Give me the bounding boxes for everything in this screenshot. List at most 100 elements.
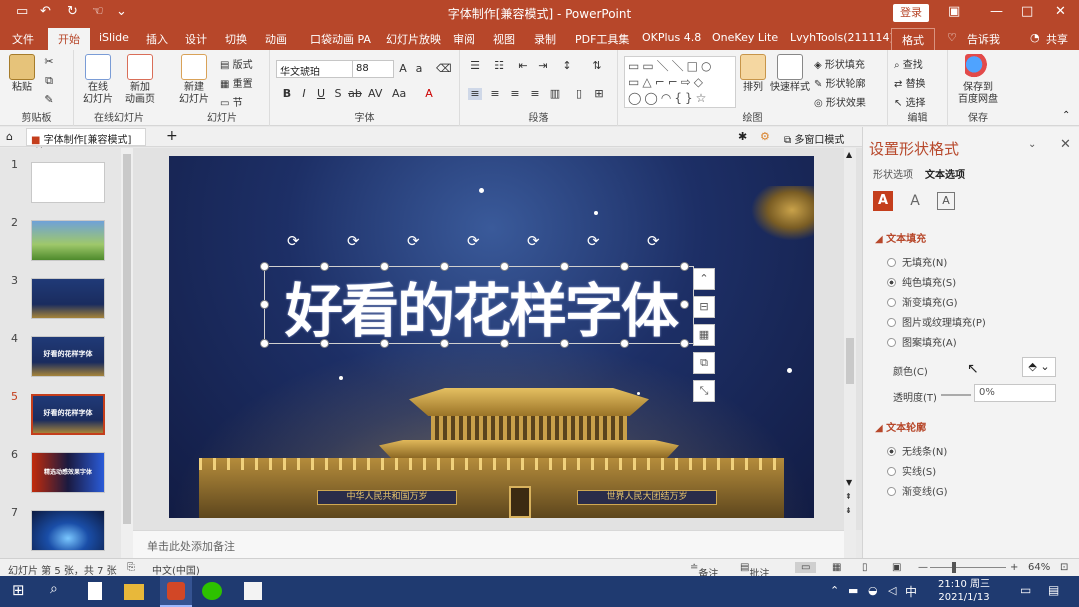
tab-pdf-tools[interactable]: PDF工具集	[575, 31, 629, 47]
collapse-toolbar-icon[interactable]: ⌃	[693, 268, 715, 290]
resize-handle[interactable]	[680, 262, 689, 271]
copy-icon[interactable]: ⧉	[42, 75, 56, 87]
numbering-icon[interactable]: ☷	[492, 60, 506, 72]
normal-view-icon[interactable]: ▭	[795, 562, 817, 573]
decrease-indent-icon[interactable]: ⇤	[516, 60, 530, 72]
rotate-handle-icon[interactable]: ⟳	[527, 232, 540, 250]
fit-slide-icon[interactable]: ⊡	[1060, 562, 1068, 573]
tab-text-options[interactable]: 文本选项	[925, 166, 965, 181]
minimize-button[interactable]: —	[990, 4, 1003, 19]
tab-pocket-animation[interactable]: 口袋动画 PA	[310, 31, 371, 47]
resize-handle[interactable]	[440, 339, 449, 348]
zoom-out-icon[interactable]: —	[918, 562, 928, 573]
next-slide-icon[interactable]: ⇟	[845, 506, 852, 515]
notepad-icon[interactable]	[88, 582, 102, 600]
rotate-handle-icon[interactable]: ⟳	[407, 232, 420, 250]
radio-solid-line[interactable]: 实线(S)	[887, 463, 936, 478]
layout-button[interactable]: ▤ 版式	[220, 56, 253, 71]
strikethrough-icon[interactable]: ab	[348, 88, 362, 100]
notes-placeholder[interactable]: 单击此处添加备注	[133, 530, 844, 558]
transparency-slider[interactable]	[941, 394, 971, 396]
tab-record[interactable]: 录制	[534, 31, 556, 47]
resize-handle[interactable]	[500, 262, 509, 271]
app-icon[interactable]	[244, 582, 262, 600]
powerpoint-taskbar-button[interactable]	[160, 576, 192, 607]
notification-icon[interactable]: ▭	[1020, 583, 1042, 603]
pane-close-icon[interactable]: ✕	[1060, 137, 1071, 152]
color-picker-button[interactable]: ⬘ ⌄	[1022, 357, 1056, 377]
replace-button[interactable]: ⇄ 替换	[894, 75, 926, 90]
close-button[interactable]: ✕	[1055, 4, 1066, 19]
slide-sorter-icon[interactable]: ▦	[832, 562, 841, 573]
pane-options-icon[interactable]: ⌄	[1028, 139, 1036, 150]
tab-design[interactable]: 设计	[185, 31, 207, 47]
thumbnail-scroll-thumb[interactable]	[123, 154, 131, 524]
resize-handle[interactable]	[500, 339, 509, 348]
new-slide-button[interactable]: 新建 幻灯片	[176, 54, 212, 106]
quick-styles-button[interactable]: 快速样式	[770, 54, 810, 94]
windows-start-icon[interactable]: ⊞	[12, 581, 34, 601]
radio-gradient-fill[interactable]: 渐变填充(G)	[887, 294, 958, 309]
tab-file[interactable]: 文件	[12, 31, 34, 47]
resize-handle[interactable]	[440, 262, 449, 271]
tab-shape-options[interactable]: 形状选项	[873, 166, 913, 181]
network-icon[interactable]: ◒	[868, 584, 890, 604]
action-center-icon[interactable]: ▤	[1048, 583, 1070, 603]
align-left-icon[interactable]: ≡	[468, 88, 482, 100]
text-effects-icon[interactable]: A	[905, 191, 925, 211]
font-size-select[interactable]: 88	[352, 60, 394, 78]
cut-icon[interactable]: ✂	[42, 56, 56, 68]
radio-no-fill[interactable]: 无填充(N)	[887, 254, 947, 269]
slide-thumbnail-2[interactable]	[31, 220, 105, 261]
resize-handle[interactable]	[380, 339, 389, 348]
prev-slide-icon[interactable]: ⇞	[845, 492, 852, 501]
line-spacing-icon[interactable]: ↕	[560, 60, 574, 72]
shape-outline-button[interactable]: ✎ 形状轮廓	[814, 75, 866, 90]
online-slides-button[interactable]: 在线 幻灯片	[80, 54, 116, 106]
italic-icon[interactable]: I	[297, 88, 311, 100]
font-color-icon[interactable]: A	[422, 88, 436, 100]
tab-review[interactable]: 审阅	[453, 31, 475, 47]
clear-format-icon[interactable]: ⌫	[436, 63, 452, 75]
radio-no-line[interactable]: 无线条(N)	[887, 443, 947, 458]
zoom-slider-thumb[interactable]	[952, 562, 956, 573]
slide-title-text[interactable]: 好看的花样字体	[266, 264, 696, 348]
tab-onekey[interactable]: OneKey Lite	[712, 31, 778, 44]
notes-button[interactable]: ≐ 备注	[690, 562, 718, 580]
distributed-icon[interactable]: ▥	[548, 88, 562, 100]
underline-icon[interactable]: U	[314, 88, 328, 100]
resize-handle[interactable]	[560, 339, 569, 348]
rotate-handle-icon[interactable]: ⟳	[287, 232, 300, 250]
home-icon[interactable]: ⌂	[6, 130, 13, 143]
bullets-icon[interactable]: ☰	[468, 60, 482, 72]
duplicate-icon[interactable]: ⧉	[693, 352, 715, 374]
resize-handle[interactable]	[620, 339, 629, 348]
radio-pattern-fill[interactable]: 图案填充(A)	[887, 334, 957, 349]
tab-lvyhtools[interactable]: LvyhTools(211114)	[790, 31, 894, 44]
new-tab-icon[interactable]: +	[166, 128, 178, 144]
resize-handle[interactable]	[320, 339, 329, 348]
scroll-down-icon[interactable]: ▼	[846, 478, 852, 487]
search-icon[interactable]: ⌕	[50, 581, 72, 601]
transparency-input[interactable]: 0%	[974, 384, 1056, 402]
slide-5[interactable]: 中华人民共和国万岁 世界人民大团结万岁 好看的花样字体 ⟳ ⟳ ⟳ ⟳ ⟳ ⟳ …	[169, 156, 814, 518]
save-baidu-button[interactable]: 保存到 百度网盘	[954, 54, 1002, 106]
tab-transitions[interactable]: 切换	[225, 31, 247, 47]
tab-animations[interactable]: 动画	[265, 31, 287, 47]
resize-handle[interactable]	[380, 262, 389, 271]
slide-thumbnail-6[interactable]: 精选动感效果字体	[31, 452, 105, 493]
rotate-handle-icon[interactable]: ⟳	[587, 232, 600, 250]
select-button[interactable]: ↖ 选择	[894, 94, 926, 109]
resize-handle[interactable]	[620, 262, 629, 271]
document-tab[interactable]: ■ 字体制作[兼容模式] ✕	[26, 128, 146, 157]
decrease-font-icon[interactable]: a	[412, 63, 426, 75]
shape-fill-button[interactable]: ◈ 形状填充	[814, 56, 865, 71]
tell-me-search[interactable]: 告诉我	[967, 31, 1000, 47]
radio-solid-fill[interactable]: 纯色填充(S)	[887, 274, 956, 289]
puzzle-icon[interactable]: ✱	[738, 130, 747, 143]
ribbon-display-icon[interactable]: ▣	[948, 4, 960, 19]
slide-thumbnail-1[interactable]	[31, 162, 105, 203]
reading-view-icon[interactable]: ▯	[862, 562, 868, 573]
slide-thumbnail-3[interactable]	[31, 278, 105, 319]
taskbar-clock[interactable]: 21:10 周三 2021/1/13	[938, 578, 990, 604]
